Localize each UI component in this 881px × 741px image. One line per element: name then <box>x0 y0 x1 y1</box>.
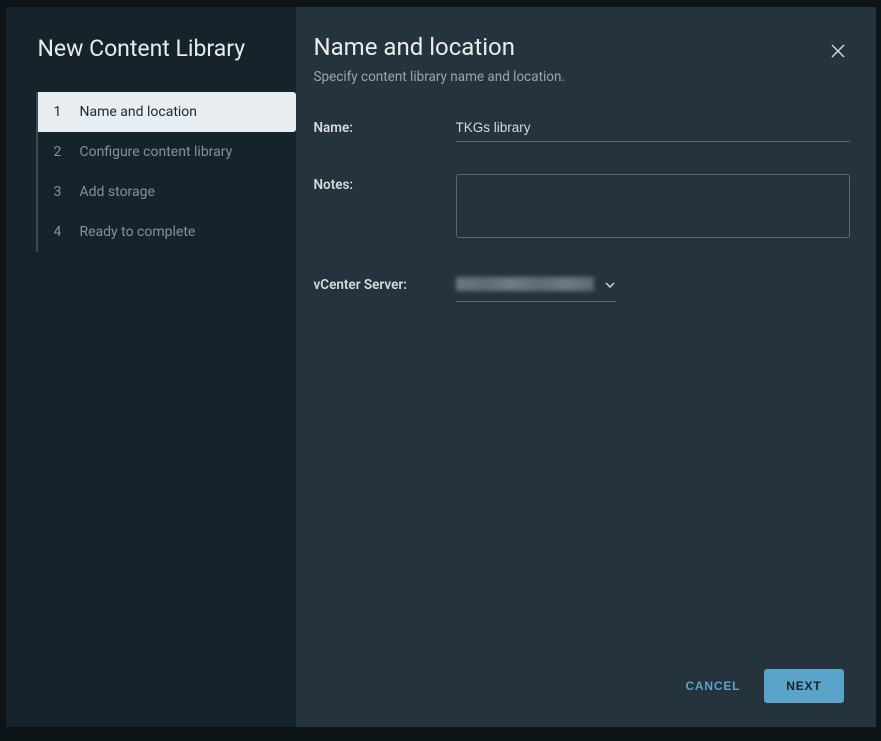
obscured-text <box>456 277 594 291</box>
close-icon <box>830 47 846 62</box>
name-label: Name: <box>314 117 456 136</box>
wizard-sidebar: New Content Library 1 Name and location … <box>6 7 296 727</box>
sidebar-title: New Content Library <box>36 35 296 62</box>
vcenter-value <box>456 277 594 295</box>
vcenter-dropdown[interactable] <box>456 274 616 302</box>
step-label: Configure content library <box>80 144 233 160</box>
notes-textarea[interactable] <box>456 174 850 238</box>
main-header: Name and location Specify content librar… <box>314 33 850 117</box>
chevron-down-icon <box>604 276 616 295</box>
form-row-name: Name: <box>314 117 850 142</box>
vcenter-label: vCenter Server: <box>314 274 456 293</box>
step-configure-content-library[interactable]: 2 Configure content library <box>38 132 296 172</box>
wizard-dialog: New Content Library 1 Name and location … <box>6 7 876 727</box>
page-title: Name and location <box>314 33 566 61</box>
notes-label: Notes: <box>314 174 456 193</box>
step-label: Name and location <box>80 104 198 120</box>
step-number: 3 <box>54 184 72 200</box>
form-row-notes: Notes: <box>314 174 850 242</box>
next-button[interactable]: NEXT <box>764 669 843 703</box>
step-name-and-location[interactable]: 1 Name and location <box>38 92 296 132</box>
step-number: 1 <box>54 104 72 120</box>
step-add-storage[interactable]: 3 Add storage <box>38 172 296 212</box>
step-label: Add storage <box>80 184 155 200</box>
close-button[interactable] <box>826 39 850 66</box>
step-ready-to-complete[interactable]: 4 Ready to complete <box>38 212 296 252</box>
wizard-footer: CANCEL NEXT <box>314 669 850 709</box>
step-number: 2 <box>54 144 72 160</box>
page-subtitle: Specify content library name and locatio… <box>314 69 566 85</box>
step-label: Ready to complete <box>80 224 196 240</box>
cancel-button[interactable]: CANCEL <box>681 671 744 701</box>
wizard-steps: 1 Name and location 2 Configure content … <box>36 92 296 252</box>
wizard-main: Name and location Specify content librar… <box>296 7 876 727</box>
step-number: 4 <box>54 224 72 240</box>
form-row-vcenter: vCenter Server: <box>314 274 850 302</box>
name-input[interactable] <box>456 118 850 142</box>
